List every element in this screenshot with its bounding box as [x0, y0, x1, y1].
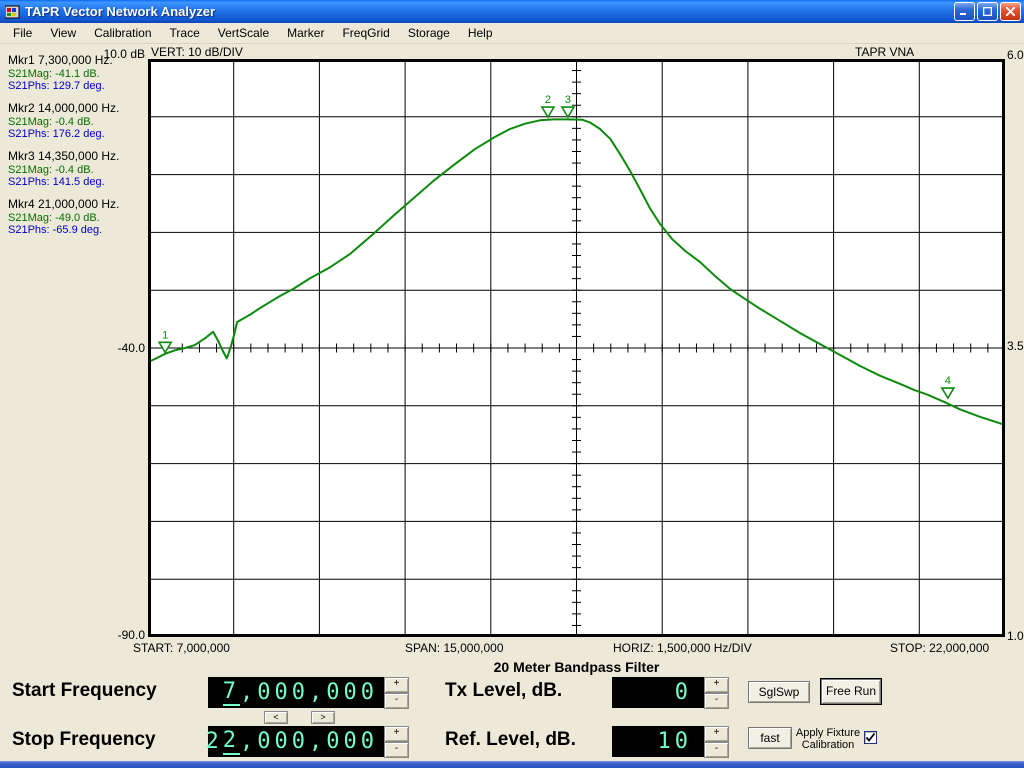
display-digits: 0: [675, 680, 692, 705]
display-digits: ,000,000: [240, 680, 378, 705]
cursor-digit-right-button[interactable]: >: [311, 711, 335, 724]
menu-trace[interactable]: Trace: [161, 24, 209, 42]
menu-help[interactable]: Help: [459, 24, 502, 42]
taskbar-edge[interactable]: [0, 761, 1024, 768]
marker-phs: S21Phs: 129.7 deg.: [8, 80, 148, 92]
free-run-button[interactable]: Free Run: [821, 679, 881, 704]
cursor-digit: 2: [223, 728, 240, 755]
marker-phs: S21Phs: 141.5 deg.: [8, 176, 148, 188]
chart-title: 20 Meter Bandpass Filter: [148, 659, 1005, 675]
marker-readout-4: Mkr4 21,000,000 Hz.S21Mag: -49.0 dB.S21P…: [8, 197, 148, 236]
tx-level-display[interactable]: 0: [612, 677, 704, 708]
marker-1-number: 1: [162, 329, 168, 341]
start-frequency-display[interactable]: 7,000,000: [208, 677, 384, 708]
stop-frequency-display[interactable]: 22,000,000: [208, 726, 384, 757]
right-scale-bottom: 1.0SWR: [1007, 629, 1024, 643]
marker-2-number: 2: [545, 94, 551, 106]
ref-level-display[interactable]: 10: [612, 726, 704, 757]
minimize-button[interactable]: [954, 2, 975, 21]
s21-sweep-plot: 1 2 3 4: [148, 59, 1005, 637]
ref-level-decrement-button[interactable]: -: [704, 742, 729, 758]
menu-vertscale[interactable]: VertScale: [209, 24, 278, 42]
right-scale-top: 6.0: [1007, 48, 1024, 62]
left-scale-mid: -40.0: [85, 341, 145, 355]
start-freq-increment-button[interactable]: +: [384, 677, 409, 693]
instrument-label: TAPR VNA: [855, 45, 914, 59]
display-digits: 10: [658, 729, 693, 754]
marker-mag: S21Mag: -41.1 dB.: [8, 68, 148, 80]
start-freq-decrement-button[interactable]: -: [384, 693, 409, 709]
menu-storage[interactable]: Storage: [399, 24, 459, 42]
ref-level-label: Ref. Level, dB.: [445, 729, 576, 751]
stop-freq-label: STOP: 22,000,000: [890, 641, 989, 655]
marker-title: Mkr2 14,000,000 Hz.: [8, 101, 148, 115]
marker-title: Mkr3 14,350,000 Hz.: [8, 149, 148, 163]
menu-marker[interactable]: Marker: [278, 24, 333, 42]
app-icon: [5, 4, 21, 20]
stop-frequency-label: Stop Frequency: [12, 729, 156, 751]
start-frequency-label: Start Frequency: [12, 680, 157, 702]
marker-mag: S21Mag: -0.4 dB.: [8, 116, 148, 128]
vert-scale-label: VERT: 10 dB/DIV: [151, 45, 243, 59]
marker-phs: S21Phs: -65.9 deg.: [8, 224, 148, 236]
left-scale-bottom: -90.0: [85, 628, 145, 642]
span-label: SPAN: 15,000,000: [405, 641, 504, 655]
tx-level-label: Tx Level, dB.: [445, 680, 562, 702]
marker-info-panel: Mkr1 7,300,000 Hz.S21Mag: -41.1 dB.S21Ph…: [8, 53, 148, 245]
stop-freq-decrement-button[interactable]: -: [384, 742, 409, 758]
marker-mag: S21Mag: -0.4 dB.: [8, 164, 148, 176]
marker-title: Mkr4 21,000,000 Hz.: [8, 197, 148, 211]
window-title: TAPR Vector Network Analyzer: [25, 4, 954, 19]
display-digits: 2: [206, 729, 223, 754]
fast-button[interactable]: fast: [748, 727, 792, 749]
stop-freq-increment-button[interactable]: +: [384, 726, 409, 742]
maximize-button[interactable]: [977, 2, 998, 21]
marker-readout-3: Mkr3 14,350,000 Hz.S21Mag: -0.4 dB.S21Ph…: [8, 149, 148, 188]
marker-readout-2: Mkr2 14,000,000 Hz.S21Mag: -0.4 dB.S21Ph…: [8, 101, 148, 140]
start-freq-label: START: 7,000,000: [133, 641, 230, 655]
horiz-scale-label: HORIZ: 1,500,000 Hz/DIV: [613, 641, 752, 655]
menu-bar: FileViewCalibrationTraceVertScaleMarkerF…: [0, 23, 1024, 44]
apply-fixture-calibration-label: Apply Fixture Calibration: [795, 727, 861, 751]
left-scale-top: 10.0 dB: [85, 47, 145, 61]
menu-file[interactable]: File: [4, 24, 41, 42]
app-window: TAPR Vector Network Analyzer FileViewCal…: [0, 0, 1024, 768]
menu-calibration[interactable]: Calibration: [85, 24, 160, 42]
marker-3-number: 3: [565, 94, 571, 106]
tx-level-decrement-button[interactable]: -: [704, 693, 729, 709]
right-scale-mid: 3.5: [1007, 339, 1024, 353]
tx-level-increment-button[interactable]: +: [704, 677, 729, 693]
cursor-digit: 7: [223, 679, 240, 706]
marker-4-number: 4: [945, 375, 951, 387]
marker-phs: S21Phs: 176.2 deg.: [8, 128, 148, 140]
ref-level-increment-button[interactable]: +: [704, 726, 729, 742]
apply-fixture-calibration-checkbox[interactable]: [864, 731, 877, 744]
menu-freqgrid[interactable]: FreqGrid: [333, 24, 398, 42]
single-sweep-button[interactable]: SglSwp: [748, 681, 810, 703]
marker-mag: S21Mag: -49.0 dB.: [8, 212, 148, 224]
display-digits: ,000,000: [240, 729, 378, 754]
menu-view[interactable]: View: [41, 24, 85, 42]
title-bar[interactable]: TAPR Vector Network Analyzer: [0, 0, 1024, 23]
close-button[interactable]: [1000, 2, 1021, 21]
cursor-digit-left-button[interactable]: <: [264, 711, 288, 724]
